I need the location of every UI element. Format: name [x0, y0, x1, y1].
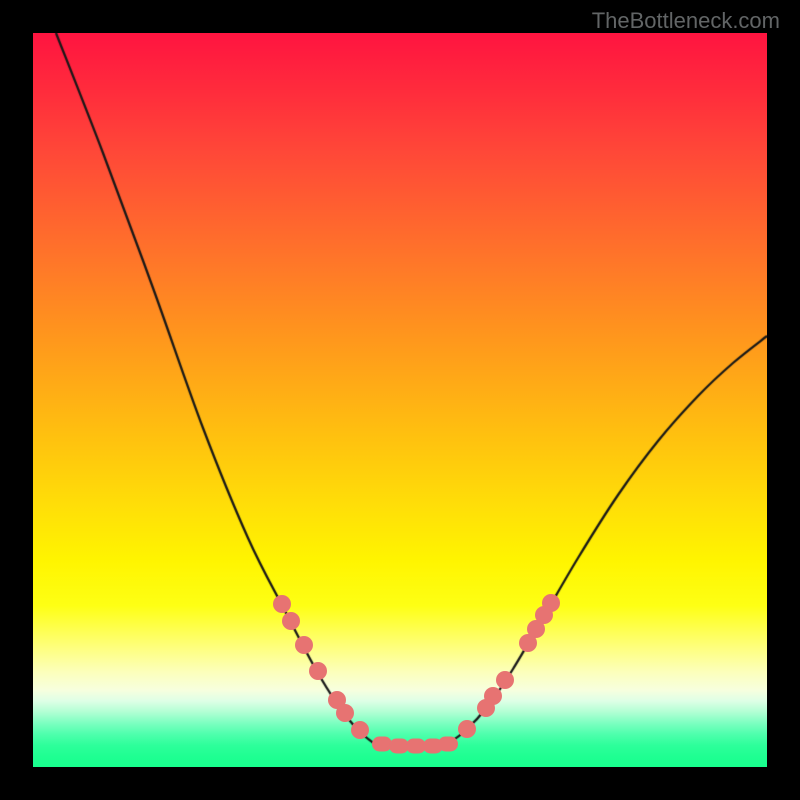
data-point [496, 671, 514, 689]
data-point [458, 720, 476, 738]
data-point [309, 662, 327, 680]
watermark-text: TheBottleneck.com [592, 8, 780, 34]
data-point [282, 612, 300, 630]
data-point [542, 594, 560, 612]
bottleneck-curve [33, 33, 767, 767]
data-point-flat [438, 737, 458, 752]
chart-container: TheBottleneck.com [0, 0, 800, 800]
plot-area [33, 33, 767, 767]
data-point [295, 636, 313, 654]
data-point [484, 687, 502, 705]
data-point [273, 595, 291, 613]
data-point [336, 704, 354, 722]
data-point [351, 721, 369, 739]
